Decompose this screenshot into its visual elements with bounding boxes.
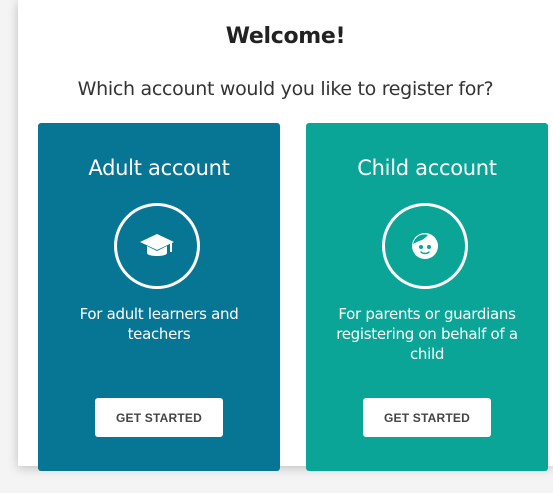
adult-account-card: Adult account For adult learners and tea…: [38, 123, 280, 471]
registration-dialog: Welcome! Which account would you like to…: [18, 0, 553, 471]
child-face-icon: [412, 233, 438, 259]
dialog-subtitle: Which account would you like to register…: [77, 78, 494, 100]
graduation-cap-icon: [140, 234, 174, 256]
dialog-title: Welcome!: [225, 24, 346, 49]
adult-card-title: Adult account: [88, 156, 230, 180]
adult-icon-circle: [114, 203, 200, 289]
adult-card-description: For adult learners and teachers: [79, 305, 239, 343]
child-get-started-button[interactable]: GET STARTED: [363, 398, 491, 437]
child-account-card: Child account For parents or guardians r…: [306, 123, 548, 471]
child-card-title: Child account: [357, 156, 497, 180]
child-icon-circle: [382, 203, 468, 289]
child-card-description: For parents or guardians registering on …: [336, 305, 518, 363]
adult-get-started-button[interactable]: GET STARTED: [95, 398, 223, 437]
